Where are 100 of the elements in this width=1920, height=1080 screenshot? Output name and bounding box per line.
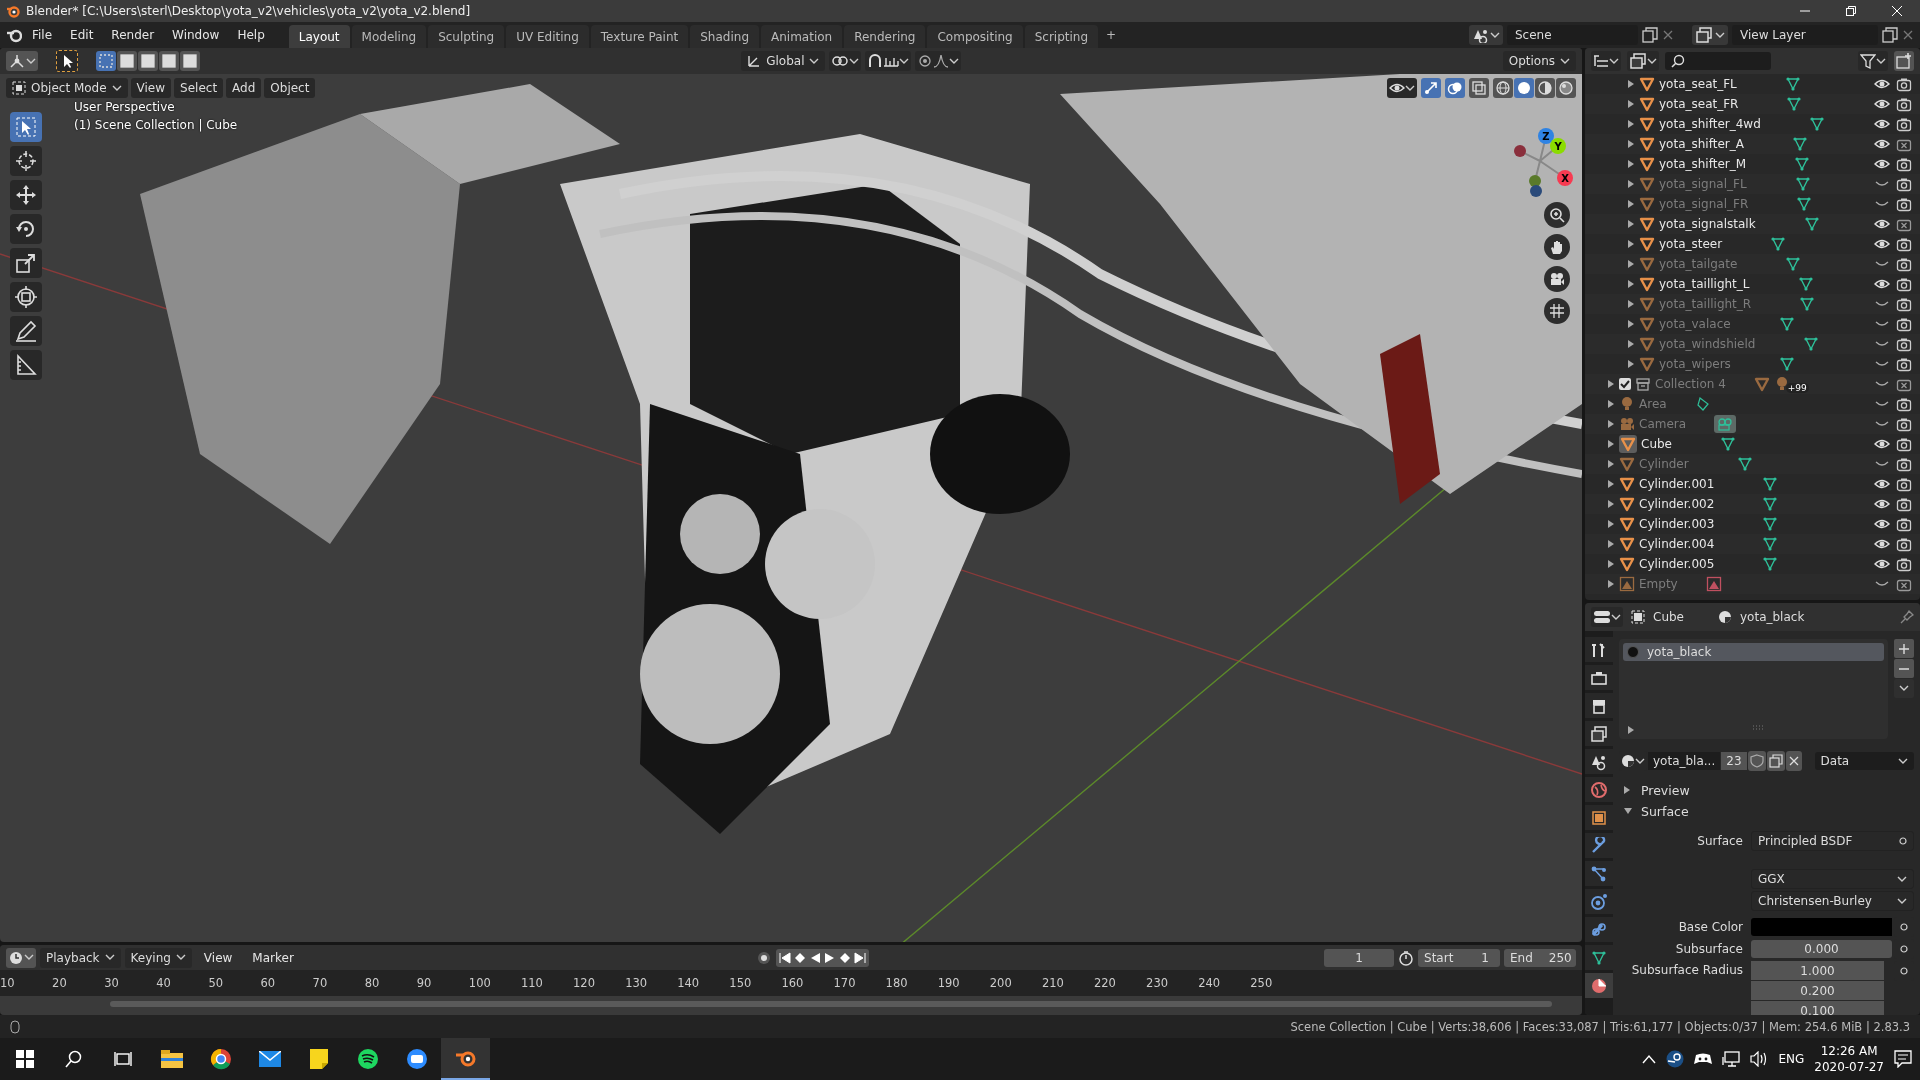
frame-number: 190 [937,976,961,990]
frame-number: 140 [677,976,701,990]
outliner-item[interactable]: Cylinder.004 [1639,537,1715,551]
outliner-item[interactable]: yota_shifter_4wd [1659,117,1761,131]
workspace-tab[interactable]: Sculpting [428,25,505,49]
frame-number: 200 [989,976,1013,990]
viewport-info-text: User Perspective [74,100,176,114]
frame-number: 250 [1250,976,1274,990]
menu-item[interactable]: Add [226,78,262,98]
menu-item[interactable]: Playback [40,947,121,968]
field-label: Surface [1696,834,1743,849]
menu-item[interactable]: Keying [124,947,192,968]
current-frame-field[interactable]: 1 [1324,948,1394,967]
surface-shader-field[interactable]: Principled BSDF [1751,831,1914,852]
frame-number: 170 [833,976,857,990]
status-text: Scene Collection | Cube | Verts:38,606 | Faces:33,087 | Tris:61,177 | Objects:0/37 | Mem: 254.6 MiB | 2.83.3 [1290,1019,1910,1034]
view-layer-field[interactable]: View Layer [1732,25,1878,45]
field-label: Subsurface Radius [1630,962,1743,978]
user-count-button[interactable]: 23 [1721,752,1747,770]
menu-item[interactable]: Edit [62,24,102,46]
workspace-tab[interactable]: Compositing [927,25,1023,49]
outliner-item[interactable]: yota_valace [1659,317,1731,331]
workspace-tab[interactable]: Scripting [1024,25,1099,49]
frame-number: 240 [1198,976,1222,990]
frame-number: 230 [1146,976,1169,990]
field-label: Base Color [1677,920,1743,935]
outliner-item[interactable]: Empty [1639,577,1678,591]
workspace-tab[interactable]: Layout [288,25,350,49]
outliner-item[interactable]: Cube [1641,437,1672,451]
outliner-item[interactable]: yota_signal_FL [1659,177,1747,191]
frame-number: 130 [625,976,649,990]
menu-item[interactable]: View [195,946,241,969]
end-frame-field[interactable]: End 250 [1504,948,1576,967]
menu-item[interactable]: Select [174,78,224,98]
link-dropdown[interactable]: Data [1814,752,1914,770]
frame-number: 210 [1041,976,1065,990]
menu-item[interactable]: Window [164,24,228,46]
menu-item[interactable]: View [130,78,172,98]
frame-number: 20 [52,976,68,990]
start-frame-field[interactable]: Start 1 [1418,948,1500,967]
frame-number: 120 [573,976,596,990]
orientation-dropdown[interactable]: Global [741,51,826,71]
outliner-item[interactable]: yota_tailgate [1659,257,1738,271]
outliner-item[interactable]: yota_taillight_L [1659,277,1750,291]
options-dropdown[interactable]: Options [1502,51,1576,71]
menu-item[interactable]: Object [264,78,316,98]
viewport-info-text: (1) Scene Collection | Cube [74,118,238,132]
frame-number: 70 [312,976,329,990]
outliner-item[interactable]: Cylinder.002 [1639,497,1715,511]
mode-dropdown[interactable]: Object Mode [6,78,128,98]
menu-item[interactable]: Help [229,24,273,46]
outliner-item[interactable]: Cylinder [1639,457,1689,471]
scene-field[interactable]: Scene [1507,25,1638,45]
outliner-item[interactable]: yota_steer [1659,237,1723,251]
outliner-item[interactable]: yota_seat_FR [1659,97,1739,111]
frame-number: 160 [781,976,805,990]
outliner-item[interactable]: Cylinder.003 [1639,517,1715,531]
outliner-item[interactable]: Collection 4 [1655,377,1726,391]
outliner-item[interactable]: yota_wipers [1659,357,1731,371]
outliner-item[interactable]: Cylinder.001 [1639,477,1715,491]
panel-header[interactable]: Surface [1619,802,1914,822]
workspace-tab[interactable]: UV Editing [506,25,589,49]
number-field[interactable]: 0.100 [1751,1001,1884,1015]
distribution-dropdown[interactable]: Christensen-Burley [1751,891,1914,912]
outliner-item[interactable]: yota_seat_FL [1659,77,1737,91]
outliner-item[interactable]: yota_taillight_R [1659,297,1752,311]
workspace-tab[interactable]: Modeling [351,25,427,49]
outliner-item[interactable]: Camera [1639,417,1687,431]
workspace-tab[interactable]: Animation [761,25,843,49]
number-field[interactable]: 0.200 [1751,981,1884,1001]
menu-item[interactable]: Marker [244,946,302,969]
workspace-tab[interactable]: Shading [690,25,759,49]
number-field[interactable]: 1.000 [1751,961,1884,981]
frame-number: 50 [208,976,224,990]
subsurface-slider[interactable]: 0.000 [1751,940,1892,959]
outliner-item[interactable]: yota_signal_FR [1659,197,1749,211]
outliner-item[interactable]: Area [1639,397,1667,411]
clock[interactable]: 12:26 AM 2020-07-27 [1814,1044,1884,1074]
workspace-tab[interactable]: Rendering [844,25,926,49]
menu-item[interactable]: File [24,24,61,46]
outliner-item[interactable]: yota_windshield [1659,337,1756,351]
frame-number: 60 [260,976,277,990]
outliner-item[interactable]: yota_shifter_M [1659,157,1747,171]
language-indicator[interactable]: ENG [1778,1052,1805,1066]
menu-item[interactable]: Render [103,24,163,46]
frame-number: 30 [104,976,120,990]
workspace-tab[interactable]: Texture Paint [590,25,689,49]
material-slot[interactable]: yota_black [1623,643,1884,661]
breadcrumb-text: Cube [1653,610,1684,624]
window-title: Blender* [C:\Users\sterl\Desktop\yota_v2\vehicles\yota_v2\yota_v2.blend] [26,4,471,18]
frame-number: 40 [156,976,172,990]
outliner-item[interactable]: yota_shifter_A [1659,137,1744,151]
outliner-item[interactable]: yota_signalstalk [1659,217,1756,231]
panel-header[interactable]: Preview [1619,780,1914,801]
frame-number: 180 [885,976,909,990]
add-workspace-button[interactable]: + [1100,25,1123,45]
outliner-item[interactable]: Cylinder.005 [1639,557,1715,571]
count-badge: +99 [1785,383,1809,393]
material-name-field[interactable]: yota_bla... [1648,752,1721,770]
distribution-dropdown[interactable]: GGX [1751,869,1914,890]
